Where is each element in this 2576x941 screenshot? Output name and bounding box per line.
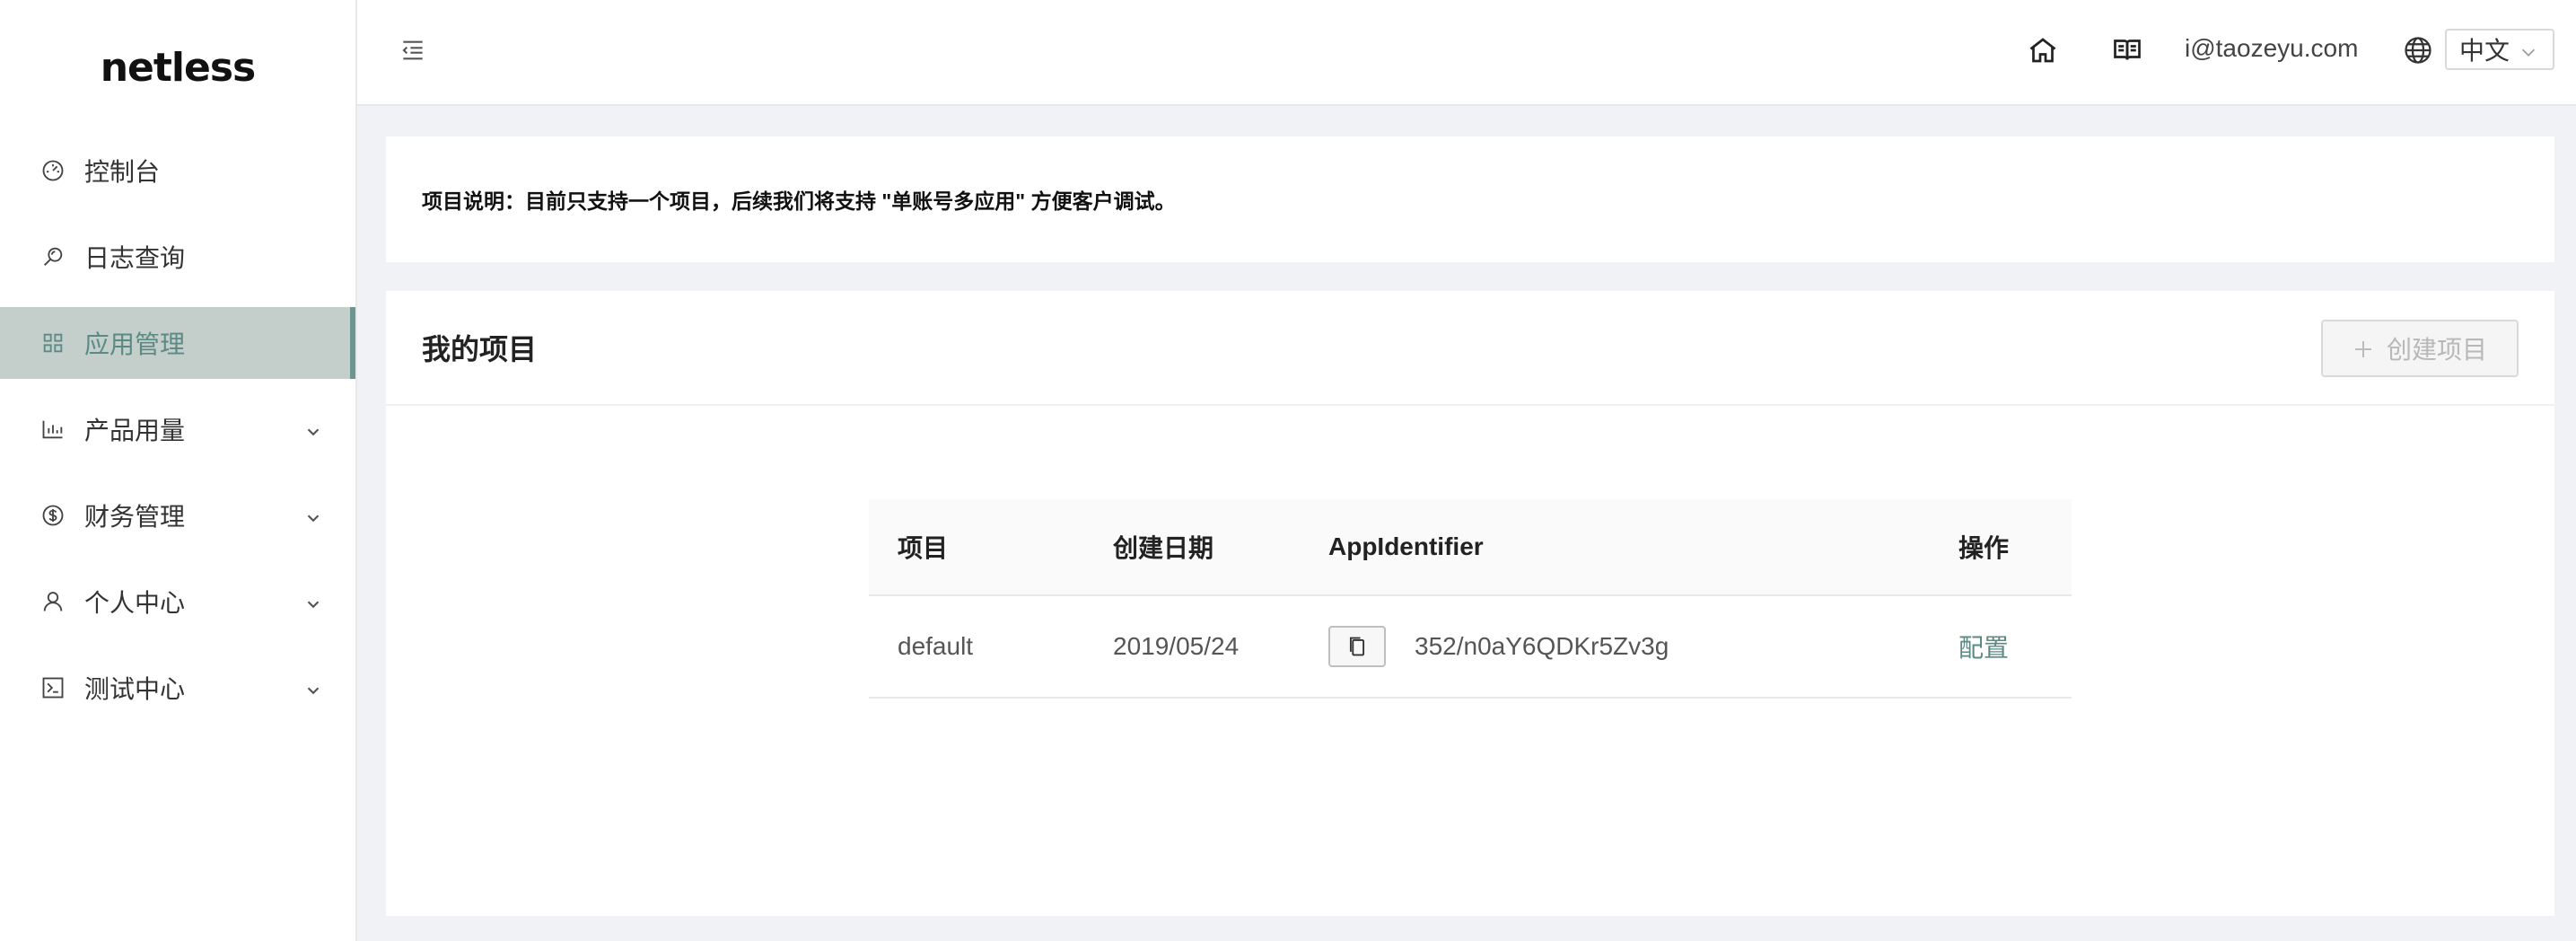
plus-icon [2353,338,2374,359]
sidebar-item-finance[interactable]: 财务管理 [0,479,355,551]
column-header: 操作 [1958,534,2010,562]
sidebar-item-label: 日志查询 [84,244,186,272]
table-row: default 2019/05/24 352/n0aY6QDKr5Zv3g 配置 [869,596,2072,699]
projects-card-header: 我的项目 创建项目 [386,291,2554,406]
copy-icon[interactable] [1328,626,1386,667]
grid-icon [39,330,66,356]
bar-chart-icon [39,416,66,443]
brand-logo[interactable]: netless [0,0,355,135]
language-select[interactable]: 中文 [2445,29,2554,70]
app-identifier[interactable]: 352/n0aY6QDKr5Zv3g [1415,632,1669,661]
sidebar-item-console[interactable]: 控制台 [0,135,355,207]
sidebar-item-app-management[interactable]: 应用管理 [0,307,355,379]
projects-table: 项目 创建日期 AppIdentifier 操作 default 2019/05… [869,499,2072,699]
column-header: AppIdentifier [1328,532,1484,560]
sidebar-item-logs[interactable]: 日志查询 [0,221,355,293]
project-notice: 项目说明：目前只支持一个项目，后续我们将支持 "单账号多应用" 方便客户调试。 [386,136,2554,262]
chevron-down-icon [2519,40,2538,59]
configure-link[interactable]: 配置 [1958,629,2009,664]
globe-icon [2402,34,2434,66]
sidebar-nav: 控制台 日志查询 应用管理 产品用量 财务管理 个人中心 测试中心 [0,135,355,724]
dollar-icon [39,502,66,529]
column-header: 项目 [898,534,949,562]
chevron-down-icon [303,506,323,525]
sidebar-item-usage[interactable]: 产品用量 [0,393,355,465]
project-name: default [898,632,974,660]
sidebar-item-label: 个人中心 [84,589,186,617]
top-header: i@taozeyu.com 中文 [357,0,2576,106]
app-root: netless 控制台 日志查询 应用管理 产品用量 财务管理 个人中心 测试中… [0,0,2576,941]
create-project-label: 创建项目 [2386,336,2487,364]
sidebar-item-label: 应用管理 [84,330,186,358]
create-project-button[interactable]: 创建项目 [2321,320,2519,377]
docs-book-icon[interactable] [2111,34,2143,66]
menu-fold-icon[interactable] [399,36,427,65]
user-icon [39,588,66,615]
projects-card: 我的项目 创建项目 项目 创建日期 AppIdentifier 操作 defau… [386,291,2554,916]
chevron-down-icon [303,592,323,611]
dashboard-icon [39,157,66,184]
notice-text: 项目说明：目前只支持一个项目，后续我们将支持 "单账号多应用" 方便客户调试。 [422,189,1176,213]
home-icon[interactable] [2027,34,2059,66]
user-email[interactable]: i@taozeyu.com [2185,34,2358,63]
chevron-down-icon [303,678,323,698]
sidebar-item-label: 控制台 [84,158,161,186]
sidebar: netless 控制台 日志查询 应用管理 产品用量 财务管理 个人中心 测试中… [0,0,357,941]
sidebar-item-label: 测试中心 [84,675,186,703]
search-log-icon [39,243,66,270]
sidebar-item-testing[interactable]: 测试中心 [0,652,355,724]
language-value: 中文 [2459,37,2510,65]
terminal-icon [39,674,66,701]
sidebar-item-label: 财务管理 [84,503,186,531]
table-header: 项目 创建日期 AppIdentifier 操作 [869,499,2072,596]
chevron-down-icon [303,419,323,439]
sidebar-item-label: 产品用量 [84,417,186,444]
created-date: 2019/05/24 [1113,632,1240,660]
sidebar-item-personal[interactable]: 个人中心 [0,566,355,638]
card-title: 我的项目 [422,333,538,365]
column-header: 创建日期 [1113,534,1214,562]
